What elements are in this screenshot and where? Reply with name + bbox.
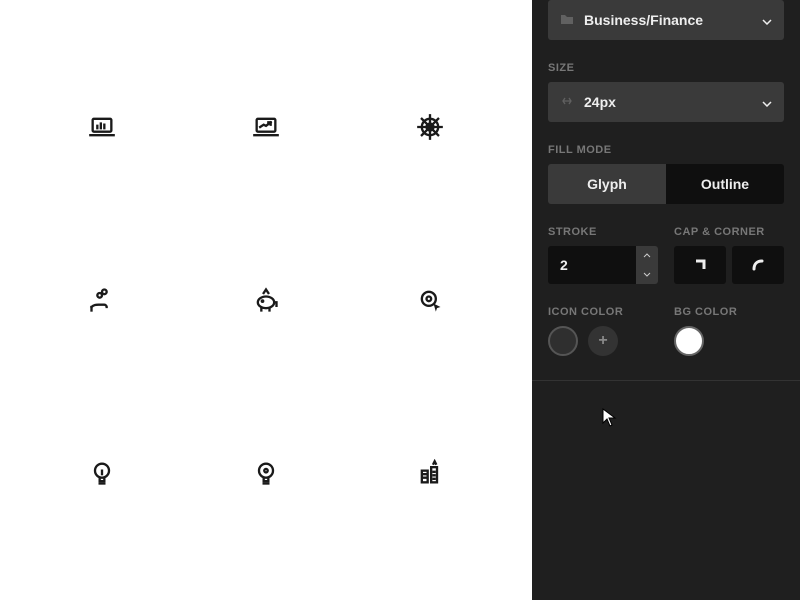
- fillmode-segmented: Glyph Outline: [548, 164, 784, 204]
- icon-grid: [0, 0, 532, 600]
- icon-target-cursor[interactable]: [348, 213, 512, 386]
- folder-icon: [560, 12, 574, 28]
- icon-lightbulb[interactable]: [20, 387, 184, 560]
- capcorner-label: CAP & CORNER: [674, 226, 784, 238]
- icon-hand-coins[interactable]: [20, 213, 184, 386]
- stroke-label: STROKE: [548, 226, 658, 238]
- icon-idea-bulb[interactable]: [184, 387, 348, 560]
- size-dropdown[interactable]: 24px: [548, 82, 784, 122]
- fillmode-outline[interactable]: Outline: [666, 164, 784, 204]
- icon-spider-web[interactable]: [348, 40, 512, 213]
- bgcolor-label: BG COLOR: [674, 306, 784, 318]
- icon-canvas: [0, 0, 532, 600]
- category-value: Business/Finance: [584, 12, 703, 28]
- icon-laptop-growth[interactable]: [184, 40, 348, 213]
- add-color-button[interactable]: +: [588, 326, 618, 356]
- icon-city-buildings[interactable]: [348, 387, 512, 560]
- chevron-down-icon: [762, 12, 772, 28]
- properties-panel: Business/Finance SIZE 24px FILL MODE Gly…: [532, 0, 800, 600]
- chevron-down-icon: [762, 94, 772, 110]
- resize-icon: [560, 94, 574, 111]
- size-label: SIZE: [548, 62, 784, 74]
- stroke-stepper: 2: [548, 246, 658, 284]
- stroke-decrement[interactable]: [636, 265, 658, 284]
- fillmode-glyph[interactable]: Glyph: [548, 164, 666, 204]
- iconcolor-swatch[interactable]: [548, 326, 578, 356]
- stroke-increment[interactable]: [636, 246, 658, 265]
- size-value: 24px: [584, 94, 616, 110]
- icon-piggy-bank[interactable]: [184, 213, 348, 386]
- category-dropdown[interactable]: Business/Finance: [548, 0, 784, 40]
- bgcolor-swatch[interactable]: [674, 326, 704, 356]
- iconcolor-label: ICON COLOR: [548, 306, 658, 318]
- fillmode-label: FILL MODE: [548, 144, 784, 156]
- divider: [532, 380, 800, 381]
- stroke-value[interactable]: 2: [548, 246, 636, 284]
- cap-square-button[interactable]: [674, 246, 726, 284]
- icon-laptop-chart[interactable]: [20, 40, 184, 213]
- cap-round-button[interactable]: [732, 246, 784, 284]
